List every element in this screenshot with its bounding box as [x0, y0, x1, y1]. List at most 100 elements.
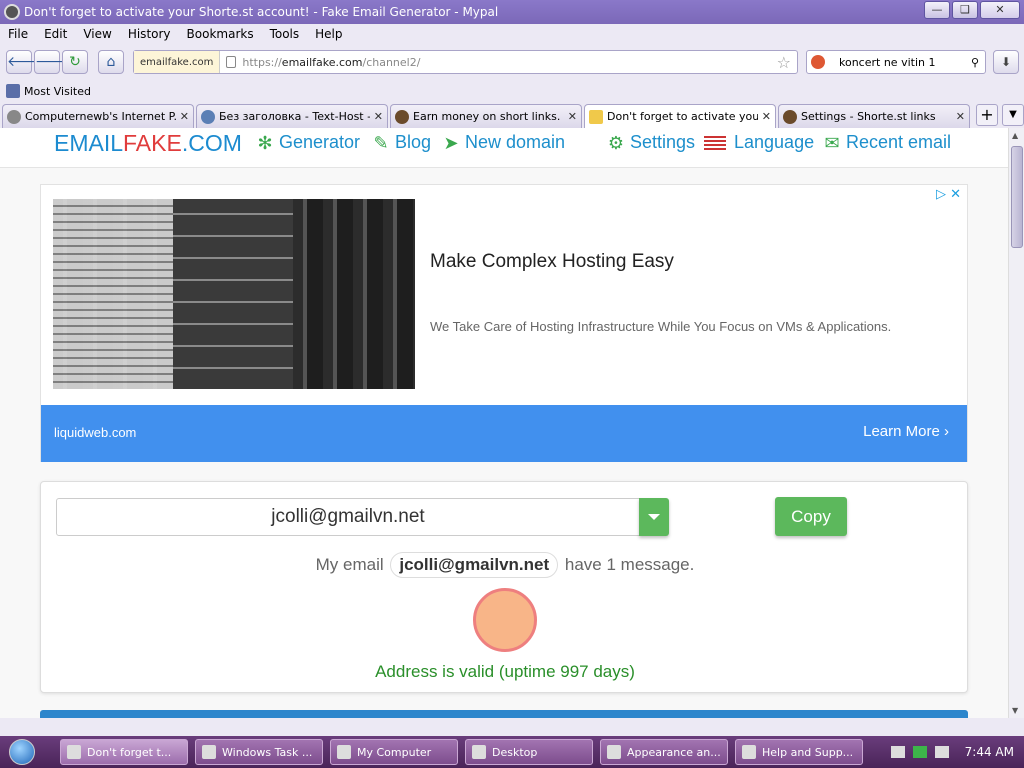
windows-orb-icon	[9, 739, 35, 765]
nav-new-domain[interactable]: ➤ New domain	[441, 132, 565, 153]
tab-emailfake-active[interactable]: Don't forget to activate you... ✕	[584, 104, 776, 128]
address-status: Address is valid (uptime 997 days)	[375, 662, 635, 681]
start-button[interactable]	[0, 736, 44, 768]
scroll-down-icon[interactable]: ▼	[1012, 706, 1018, 715]
ad-footer[interactable]: liquidweb.com Learn More ›	[41, 405, 967, 462]
lightbulb-icon: ✻	[257, 132, 273, 153]
minimize-button[interactable]: —	[924, 1, 950, 19]
downloads-button[interactable]: ⬇	[993, 50, 1019, 74]
computer-icon	[337, 745, 351, 759]
title-bar: Don't forget to activate your Shorte.st …	[0, 0, 1024, 24]
menu-help[interactable]: Help	[307, 27, 350, 41]
tab-close-icon[interactable]: ✕	[568, 110, 577, 123]
taskbar-item-task-manager[interactable]: Windows Task ...	[195, 739, 323, 765]
site-navbar: EMAILFAKE.COM ✻ Generator ✎ Blog ➤ New doma…	[0, 128, 1008, 168]
bookmark-most-visited[interactable]: Most Visited	[24, 85, 91, 98]
clock[interactable]: 7:44 AM	[965, 745, 1014, 759]
taskbar-item-appearance[interactable]: Appearance an...	[600, 739, 728, 765]
menu-bar: File Edit View History Bookmarks Tools H…	[0, 24, 1024, 44]
taskbar-item-desktop[interactable]: Desktop	[465, 739, 593, 765]
search-bar[interactable]: koncert ne vitin 1 ⚲	[806, 50, 986, 74]
most-visited-icon	[6, 84, 20, 98]
home-icon: ⌂	[106, 54, 116, 70]
url-text[interactable]: https://emailfake.com/channel2/	[242, 56, 776, 69]
adchoices-icon[interactable]: ▷ ✕	[936, 187, 961, 202]
email-panel: jcolli@gmailvn.net Copy My email jcolli@…	[40, 481, 968, 693]
learn-more-button[interactable]: Learn More ›	[863, 423, 949, 440]
site-logo[interactable]: EMAILFAKE.COM	[54, 130, 242, 157]
pencil-icon: ✎	[373, 132, 389, 153]
tab-close-icon[interactable]: ✕	[180, 110, 189, 123]
reload-button[interactable]: ↻	[62, 50, 88, 74]
search-input[interactable]: koncert ne vitin 1	[829, 56, 971, 69]
tab-computernewb[interactable]: Computernewb's Internet P... ✕	[2, 104, 194, 128]
ad-banner[interactable]: Make Complex Hosting Easy We Take Care o…	[40, 184, 968, 462]
inbox-header-bar	[40, 710, 968, 718]
tab-favicon-icon	[783, 109, 797, 124]
back-button[interactable]: 🡐	[6, 50, 45, 74]
tab-close-icon[interactable]: ✕	[956, 110, 965, 123]
taskbar-item-my-computer[interactable]: My Computer	[330, 739, 458, 765]
nav-generator[interactable]: ✻ Generator	[255, 132, 360, 153]
tab-text-host[interactable]: Без заголовка - Text-Host - ... ✕	[196, 104, 388, 128]
navigation-toolbar: 🡐 🡒 ↻ ⌂ emailfake.com https://emailfake.…	[0, 44, 1024, 80]
search-icon[interactable]: ⚲	[971, 56, 979, 69]
taskbar-item-mypal[interactable]: Don't forget t...	[60, 739, 188, 765]
menu-history[interactable]: History	[120, 27, 179, 41]
volume-icon[interactable]	[934, 746, 949, 758]
nav-recent-email[interactable]: ✉ Recent email	[822, 132, 951, 153]
ad-description: We Take Care of Hosting Infrastructure W…	[430, 319, 892, 334]
desktop-icon	[472, 745, 486, 759]
us-flag-icon	[704, 135, 726, 150]
reload-icon: ↻	[69, 54, 81, 70]
window-title: Don't forget to activate your Shorte.st …	[24, 5, 499, 19]
close-button[interactable]: ✕	[980, 1, 1020, 19]
home-button[interactable]: ⌂	[98, 50, 124, 74]
scroll-up-icon[interactable]: ▲	[1012, 131, 1018, 140]
appearance-icon	[607, 745, 621, 759]
maximize-button[interactable]: ❑	[952, 1, 978, 19]
bookmarks-toolbar: Most Visited	[0, 80, 1024, 102]
tab-close-icon[interactable]: ✕	[762, 110, 771, 123]
taskbar: Don't forget t... Windows Task ... My Co…	[0, 736, 1024, 768]
bookmark-star-icon[interactable]: ☆	[777, 53, 791, 72]
tab-favicon-icon	[7, 109, 21, 124]
forward-button[interactable]: 🡒	[34, 50, 73, 74]
network-icon[interactable]	[912, 746, 927, 758]
duckduckgo-icon[interactable]	[811, 55, 825, 69]
menu-bookmarks[interactable]: Bookmarks	[179, 27, 262, 41]
email-address-badge: jcolli@gmailvn.net	[390, 552, 559, 578]
tab-strip: Computernewb's Internet P... ✕ Без загол…	[0, 104, 1024, 128]
window-controls: — ❑ ✕	[924, 1, 1020, 19]
vertical-scrollbar[interactable]: ▲ ▼	[1008, 128, 1024, 718]
nav-language[interactable]: Language	[704, 132, 814, 153]
new-tab-button[interactable]: +	[976, 104, 998, 126]
tab-favicon-icon	[395, 109, 409, 124]
mypal-icon	[4, 4, 20, 20]
tab-earn-money[interactable]: Earn money on short links. ... ✕	[390, 104, 582, 128]
system-tray: 7:44 AM	[874, 736, 1024, 768]
scrollbar-thumb[interactable]	[1011, 146, 1023, 248]
loading-indicator	[473, 588, 537, 652]
copy-button[interactable]: Copy	[775, 497, 847, 536]
nav-settings[interactable]: ⚙ Settings	[606, 132, 695, 153]
envelope-icon	[589, 109, 603, 124]
nav-blog[interactable]: ✎ Blog	[371, 132, 431, 153]
menu-file[interactable]: File	[0, 27, 36, 41]
envelope-open-icon: ✉	[824, 132, 840, 153]
mypal-icon	[67, 745, 81, 759]
tab-close-icon[interactable]: ✕	[374, 110, 383, 123]
ad-headline[interactable]: Make Complex Hosting Easy	[430, 251, 674, 273]
tab-list-button[interactable]: ▼	[1002, 104, 1024, 126]
tab-shortest-settings[interactable]: Settings - Shorte.st links ✕	[778, 104, 970, 128]
email-dropdown-button[interactable]	[639, 498, 669, 536]
menu-view[interactable]: View	[75, 27, 119, 41]
address-bar[interactable]: emailfake.com https://emailfake.com/chan…	[133, 50, 798, 74]
keyboard-icon[interactable]	[890, 746, 905, 758]
taskbar-item-help-support[interactable]: Help and Supp...	[735, 739, 863, 765]
email-address-field[interactable]: jcolli@gmailvn.net	[56, 498, 640, 536]
menu-edit[interactable]: Edit	[36, 27, 75, 41]
web-content: EMAILFAKE.COM ✻ Generator ✎ Blog ➤ New doma…	[0, 128, 1008, 718]
menu-tools[interactable]: Tools	[262, 27, 308, 41]
site-identity[interactable]: emailfake.com	[134, 51, 221, 73]
